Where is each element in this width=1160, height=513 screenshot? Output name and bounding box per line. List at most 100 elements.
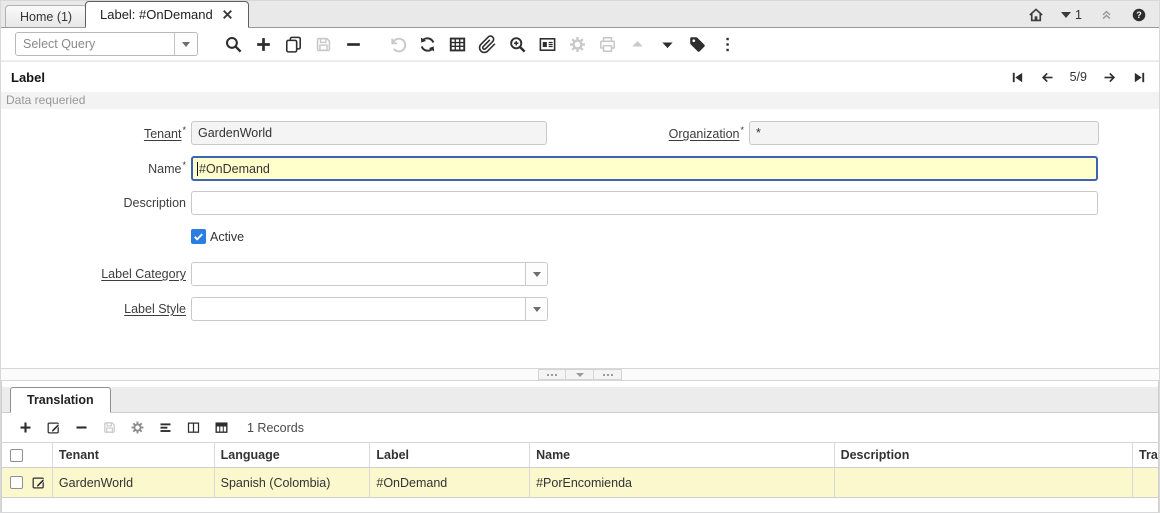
column-header-language[interactable]: Language [214,443,370,467]
page-title: Label [11,70,45,85]
refresh-button[interactable] [418,35,437,54]
splitter-grip[interactable] [594,369,622,380]
text-cursor [197,162,198,176]
tab-label-window[interactable]: Label: #OnDemand [85,1,249,28]
idempiere-window: Home (1) Label: #OnDemand 1 [0,0,1160,513]
record-navigation: 5/9 [1010,70,1147,85]
name-field[interactable]: #OnDemand [191,156,1098,181]
splitter-handle[interactable] [538,369,622,380]
cell-description [834,468,1132,497]
detail-quick-entry-button[interactable] [158,420,173,435]
attachment-button[interactable] [478,35,497,54]
close-tab-icon[interactable] [221,8,234,21]
detail-tabbar: Translation [2,387,1158,413]
organization-value: * [756,126,761,140]
organization-label: Organization* [561,125,744,141]
report-button[interactable] [538,35,557,54]
first-record-button[interactable] [1010,70,1025,85]
next-record-button[interactable] [1102,70,1117,85]
detail-grid-view-button[interactable] [214,420,229,435]
print-button [598,35,617,54]
organization-label-link[interactable]: Organization [669,127,740,141]
label-button[interactable] [688,35,707,54]
column-header-label[interactable]: Label [369,443,529,467]
label-style-combobox [191,297,548,321]
main-toolbar [1,28,1159,61]
chevron-down-icon [182,42,190,47]
collapse-header-icon[interactable] [1099,7,1114,22]
label-category-combobox [191,262,548,286]
label-style-label-link[interactable]: Label Style [124,302,186,316]
required-marker: * [740,125,744,135]
detail-toolbar: 1 Records [2,413,1158,442]
tenant-label-link[interactable]: Tenant [144,127,182,141]
table-row[interactable]: GardenWorld Spanish (Colombia) #OnDemand… [2,468,1158,498]
label-style-dropdown-button[interactable] [525,298,547,320]
help-icon[interactable] [1131,7,1147,23]
label-category-field[interactable] [192,263,525,286]
more-options-button[interactable] [718,35,737,54]
organization-field[interactable]: * [749,121,1099,145]
required-marker: * [182,125,186,135]
delete-record-button[interactable] [344,35,363,54]
status-bar: Data requeried [1,92,1159,109]
topbar-right: 1 [1028,1,1147,28]
home-icon[interactable] [1028,7,1044,23]
column-header-description[interactable]: Description [834,443,1132,467]
tab-translation[interactable]: Translation [10,387,111,413]
label-form: Tenant* GardenWorld Organization* * Name… [1,109,1159,368]
label-style-field[interactable] [192,298,525,321]
detail-delete-button[interactable] [74,420,89,435]
select-query-input[interactable] [16,33,174,55]
select-query-dropdown-button[interactable] [174,33,197,55]
detail-new-button[interactable] [18,420,33,435]
label-category-dropdown-button[interactable] [525,263,547,285]
chevron-down-icon [533,307,541,312]
toolbar-buttons [224,35,737,54]
previous-record-button[interactable] [1040,70,1055,85]
select-all-checkbox[interactable] [10,449,23,462]
detail-record-button[interactable] [658,35,677,54]
column-header-translated[interactable]: Tra [1132,443,1158,467]
cell-tenant: GardenWorld [52,468,214,497]
name-label: Name* [1,160,186,176]
active-label: Active [210,230,244,244]
active-checkbox[interactable] [191,229,206,244]
column-header-tenant[interactable]: Tenant [52,443,214,467]
tenant-label: Tenant* [1,125,186,141]
window-tabbar: Home (1) Label: #OnDemand 1 [1,1,1159,28]
undo-button [388,35,407,54]
open-windows-dropdown[interactable]: 1 [1061,8,1082,22]
splitter-grip[interactable] [538,369,566,380]
row-edit-icon[interactable] [31,475,46,490]
record-header: Label 5/9 [1,61,1159,92]
zoom-across-button[interactable] [508,35,527,54]
column-header-name[interactable]: Name [529,443,833,467]
toggle-grid-button[interactable] [448,35,467,54]
save-button [314,35,333,54]
description-input[interactable] [198,196,1091,210]
detail-customize-button[interactable] [130,420,145,435]
find-button[interactable] [224,35,243,54]
tab-home[interactable]: Home (1) [5,5,87,27]
cell-name: #PorEncomienda [529,468,833,497]
translation-table: Tenant Language Label Name Description T… [2,442,1158,498]
name-value: #OnDemand [199,162,270,176]
detail-toggle-layout-button[interactable] [186,420,201,435]
label-category-label-link[interactable]: Label Category [101,267,186,281]
tab-home-label: Home (1) [20,10,72,24]
chevron-down-icon [1061,12,1071,18]
row-select-cell [2,468,52,497]
table-header-row: Tenant Language Label Name Description T… [2,442,1158,468]
panel-splitter [1,368,1159,381]
last-record-button[interactable] [1132,70,1147,85]
copy-record-button[interactable] [284,35,303,54]
tenant-field[interactable]: GardenWorld [191,121,547,145]
splitter-collapse-button[interactable] [566,369,594,380]
cell-language: Spanish (Colombia) [214,468,370,497]
row-checkbox[interactable] [10,476,23,489]
process-button [568,35,587,54]
detail-save-button [102,420,117,435]
new-record-button[interactable] [254,35,273,54]
detail-edit-button[interactable] [46,420,61,435]
